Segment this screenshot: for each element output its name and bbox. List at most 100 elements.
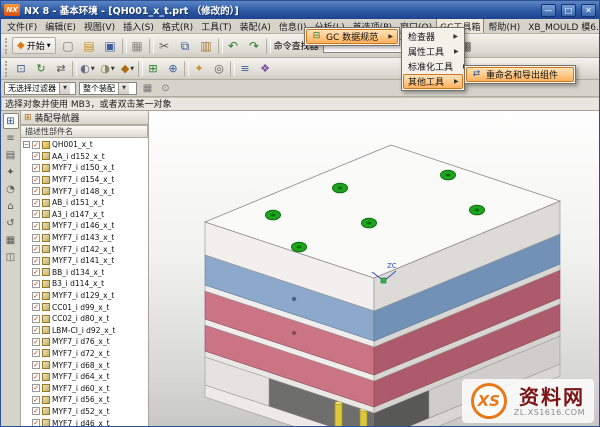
component-checkbox[interactable]: ✓ (32, 221, 40, 230)
submenu-item[interactable]: 其他工具 ▶ (403, 74, 463, 89)
selection-filter-dropdown[interactable]: 无选择过滤器 ▼ (4, 81, 76, 95)
tree-item[interactable]: ✓ MYF7_i d46_x_t (21, 417, 148, 426)
resource-bar-icon[interactable]: ⊞ (2, 113, 19, 129)
toolbar-button[interactable] (148, 37, 154, 54)
component-checkbox[interactable]: ✓ (32, 233, 40, 242)
navigator-column-header[interactable]: 描述性部件名 (21, 125, 148, 138)
tree-item[interactable]: ✓ MYF7_i d143_x_t (21, 232, 148, 244)
tree-item[interactable]: ✓ MYF7_i d72_x_t (21, 348, 148, 360)
menu-item[interactable]: 编辑(E) (41, 19, 80, 33)
tree-item[interactable]: ✓ MYF7_i d141_x_t (21, 255, 148, 267)
collapse-icon[interactable]: − (23, 141, 30, 149)
toolbar-button[interactable]: ◑ ▼ (98, 60, 117, 78)
menu-item[interactable]: 插入(S) (119, 19, 158, 33)
guide-hole[interactable] (291, 296, 297, 302)
toolbar-grip[interactable] (5, 37, 9, 54)
tree-item[interactable]: ✓ CC02_i d80_x_t (21, 313, 148, 325)
component-checkbox[interactable]: ✓ (32, 303, 40, 312)
toolbar-button[interactable] (265, 37, 271, 54)
resource-bar-icon[interactable]: ≡ (3, 130, 19, 146)
tree-item[interactable]: ✓ LBM-CI_i d92_x_t (21, 325, 148, 337)
toolbar-button[interactable]: ↶ (224, 36, 244, 56)
start-menu-button[interactable]: ◆ 开始 ▼ (12, 37, 56, 54)
component-checkbox[interactable]: ✓ (32, 291, 40, 300)
toolbar-button[interactable] (230, 60, 235, 77)
component-checkbox[interactable]: ✓ (32, 163, 40, 172)
component-checkbox[interactable]: ✓ (32, 372, 40, 381)
menu-item[interactable]: 视图(V) (80, 19, 119, 33)
selection-toggle-icon[interactable]: ⊙ (158, 81, 173, 95)
close-button[interactable]: ✕ (581, 3, 596, 17)
component-checkbox[interactable]: ✓ (32, 268, 40, 277)
menu-item-gc-data-standard[interactable]: ⊟ GC 数据规范 ▶ (306, 29, 398, 44)
tree-item[interactable]: ✓ MYF7_i d129_x_t (21, 290, 148, 302)
minimize-button[interactable]: — (541, 3, 556, 17)
toolbar-button[interactable] (72, 60, 77, 77)
toolbar-button[interactable]: ✦ (190, 60, 209, 78)
component-checkbox[interactable]: ✓ (32, 349, 40, 358)
graphics-window[interactable]: ZC XS 资料网 ZL.XS1616.COM (149, 111, 599, 426)
toolbar-button[interactable] (138, 60, 143, 77)
tree-item[interactable]: ✓ AB_i d151_x_t (21, 197, 148, 209)
submenu-item[interactable]: 标准化工具 ▶ (403, 59, 468, 74)
toolbar-button[interactable]: ◐ ▼ (78, 60, 97, 78)
submenu-item[interactable]: 属性工具 ▶ (403, 44, 463, 59)
component-checkbox[interactable]: ✓ (32, 326, 40, 335)
toolbar-grip[interactable] (5, 60, 9, 77)
selection-toggle-icon[interactable]: ▦ (140, 81, 155, 95)
toolbar-button[interactable]: ⊡ (12, 60, 31, 78)
resource-bar-icon[interactable]: ◫ (3, 249, 19, 265)
menu-item[interactable]: 帮助(H) (484, 19, 524, 33)
component-checkbox[interactable]: ✓ (32, 210, 40, 219)
tree-item[interactable]: ✓ BB_i d134_x_t (21, 267, 148, 279)
toolbar-button[interactable] (217, 37, 223, 54)
component-checkbox[interactable]: ✓ (32, 384, 40, 393)
component-checkbox[interactable]: ✓ (32, 395, 40, 404)
tree-item[interactable]: ✓ MYF7_i d142_x_t (21, 243, 148, 255)
toolbar-button[interactable]: ≡ (236, 60, 255, 78)
component-checkbox[interactable]: ✓ (32, 314, 40, 323)
tree-item[interactable]: ✓ MYF7_i d56_x_t (21, 394, 148, 406)
tree-item[interactable]: ✓ MYF7_i d150_x_t (21, 162, 148, 174)
tree-item[interactable]: ✓ A3_i d147_x_t (21, 209, 148, 221)
toolbar-button[interactable]: ⇄ (52, 60, 71, 78)
component-checkbox[interactable]: ✓ (32, 337, 40, 346)
toolbar-button[interactable]: ▤ (80, 36, 100, 56)
tree-item[interactable]: ✓ CC01_i d99_x_t (21, 301, 148, 313)
tree-item[interactable]: ✓ MYF7_i d76_x_t (21, 336, 148, 348)
tree-item[interactable]: ✓ AA_i d152_x_t (21, 151, 148, 163)
tree-item[interactable]: ✓ B3_i d114_x_t (21, 278, 148, 290)
component-checkbox[interactable]: ✓ (32, 407, 40, 416)
tree-root-item[interactable]: − ✓ QH001_x_t (21, 139, 148, 151)
component-checkbox[interactable]: ✓ (32, 198, 40, 207)
tree-item[interactable]: ✓ MYF7_i d154_x_t (21, 174, 148, 186)
cooling-hole[interactable] (291, 330, 297, 336)
tree-item[interactable]: ✓ MYF7_i d146_x_t (21, 220, 148, 232)
component-checkbox[interactable]: ✓ (32, 140, 40, 149)
menu-item[interactable]: XB_MOULD 模6.6 (524, 19, 599, 33)
toolbar-button[interactable]: ▥ (197, 36, 217, 56)
component-checkbox[interactable]: ✓ (32, 152, 40, 161)
toolbar-button[interactable]: ↷ (245, 36, 265, 56)
toolbar-button[interactable] (184, 60, 189, 77)
resource-bar-icon[interactable]: ✦ (3, 164, 19, 180)
component-checkbox[interactable]: ✓ (32, 419, 40, 426)
resource-bar-icon[interactable]: ▤ (3, 147, 19, 163)
toolbar-button[interactable]: ◆ ▼ (118, 60, 137, 78)
menu-item-rename-export-component[interactable]: ⇄ 重命名和导出组件 (466, 67, 574, 82)
submenu-item[interactable]: 检查器 ▶ (403, 29, 463, 44)
toolbar-button[interactable]: ↻ (32, 60, 51, 78)
maximize-button[interactable]: □ (561, 3, 576, 17)
menu-item[interactable]: 工具(T) (197, 19, 236, 33)
component-checkbox[interactable]: ✓ (32, 361, 40, 370)
resource-bar-icon[interactable]: ▦ (3, 232, 19, 248)
menu-item[interactable]: 文件(F) (3, 19, 41, 33)
component-checkbox[interactable]: ✓ (32, 279, 40, 288)
tree-item[interactable]: ✓ MYF7_i d64_x_t (21, 371, 148, 383)
toolbar-button[interactable]: ❖ (256, 60, 275, 78)
component-checkbox[interactable]: ✓ (32, 256, 40, 265)
tree-item[interactable]: ✓ MYF7_i d68_x_t (21, 359, 148, 371)
toolbar-button[interactable]: ▣ (101, 36, 121, 56)
component-checkbox[interactable]: ✓ (32, 175, 40, 184)
tree-item[interactable]: ✓ MYF7_i d52_x_t (21, 406, 148, 418)
